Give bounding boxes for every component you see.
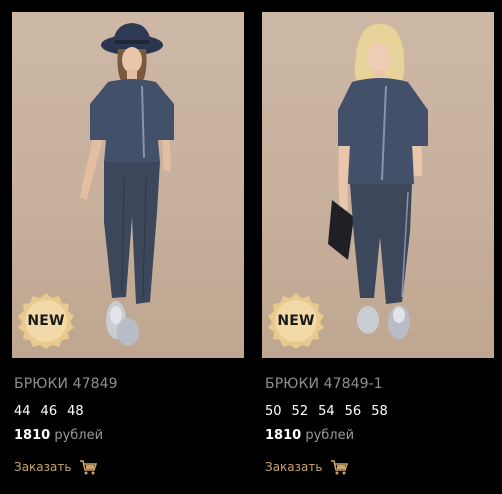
- size-option[interactable]: 46: [41, 404, 58, 419]
- size-option[interactable]: 52: [292, 404, 309, 419]
- shopping-cart-icon: [80, 460, 98, 475]
- badge-label: NEW: [27, 313, 65, 329]
- shopping-cart-icon: [331, 460, 349, 475]
- size-list: 50 52 54 56 58: [265, 404, 388, 419]
- order-label: Заказать: [265, 460, 323, 474]
- product-title-link[interactable]: БРЮКИ 47849: [14, 376, 118, 392]
- size-option[interactable]: 48: [67, 404, 84, 419]
- order-label: Заказать: [14, 460, 72, 474]
- size-option[interactable]: 58: [371, 404, 388, 419]
- size-list: 44 46 48: [14, 404, 84, 419]
- product-grid: NEW NEW БРЮКИ 47849 44 46 48 1810 рублей…: [0, 0, 502, 494]
- price-amount: 1810: [14, 428, 51, 443]
- new-badge: NEW: [267, 292, 325, 350]
- product-photo[interactable]: NEW: [12, 12, 244, 358]
- product-card: NEW: [262, 12, 494, 358]
- order-button[interactable]: Заказать: [14, 459, 98, 475]
- size-option[interactable]: 44: [14, 404, 31, 419]
- new-badge: NEW: [17, 292, 75, 350]
- size-option[interactable]: 54: [318, 404, 335, 419]
- price-currency: рублей: [54, 428, 104, 443]
- order-button[interactable]: Заказать: [265, 459, 349, 475]
- price-currency: рублей: [305, 428, 355, 443]
- product-card: NEW: [12, 12, 244, 358]
- price-amount: 1810: [265, 428, 302, 443]
- badge-label: NEW: [277, 313, 315, 329]
- size-option[interactable]: 56: [345, 404, 362, 419]
- product-title-link[interactable]: БРЮКИ 47849-1: [265, 376, 383, 392]
- price: 1810 рублей: [14, 428, 103, 443]
- price: 1810 рублей: [265, 428, 354, 443]
- size-option[interactable]: 50: [265, 404, 282, 419]
- product-photo[interactable]: NEW: [262, 12, 494, 358]
